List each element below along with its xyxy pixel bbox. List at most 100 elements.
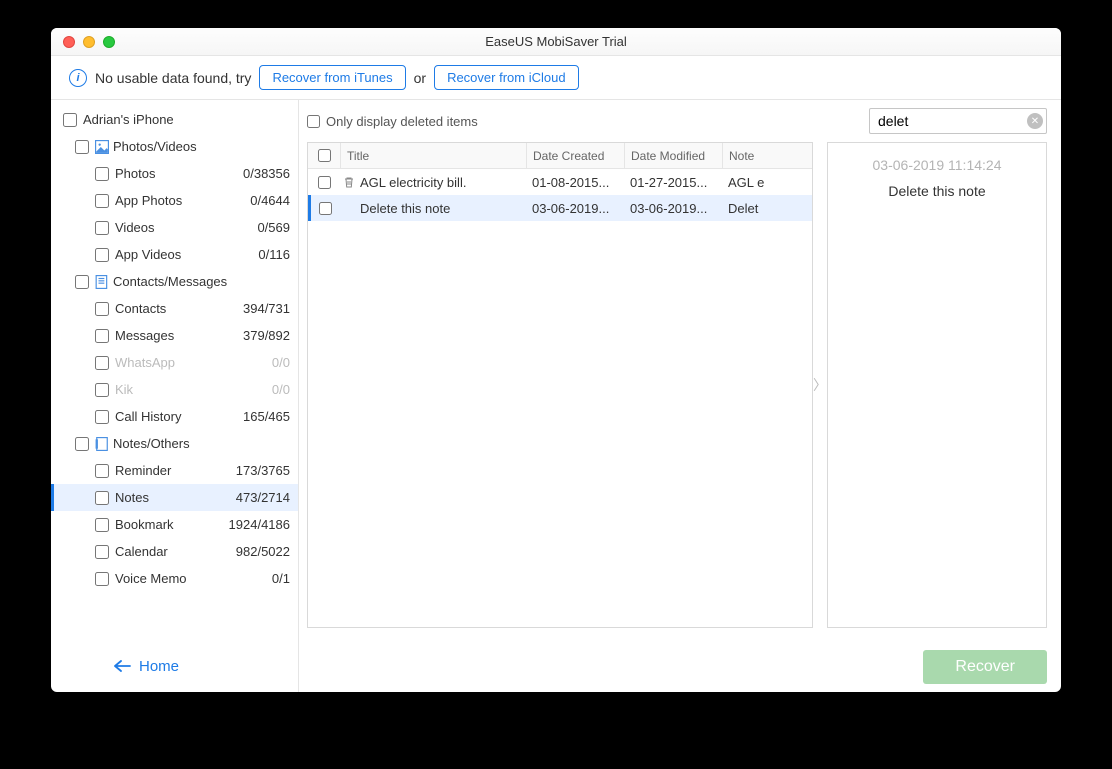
item-count: 0/116 [258,247,290,262]
sidebar-item-videos[interactable]: Videos0/569 [51,214,298,241]
recover-itunes-button[interactable]: Recover from iTunes [259,65,405,90]
device-checkbox[interactable] [63,113,77,127]
preview-body: Delete this note [838,183,1036,199]
preview-pane: 03-06-2019 11:14:24 Delete this note [827,142,1047,628]
sidebar-item-bookmark[interactable]: Bookmark1924/4186 [51,511,298,538]
sidebar-item-whatsapp[interactable]: WhatsApp0/0 [51,349,298,376]
toolbar: i No usable data found, try Recover from… [51,56,1061,100]
item-checkbox[interactable] [95,491,109,505]
item-label: Voice Memo [115,571,272,586]
group-label: Contacts/Messages [113,274,290,289]
item-count: 0/4644 [250,193,290,208]
item-count: 473/2714 [236,490,290,505]
sidebar-item-photos[interactable]: Photos0/38356 [51,160,298,187]
arrow-left-icon [113,659,131,673]
recover-icloud-button[interactable]: Recover from iCloud [434,65,579,90]
recover-button[interactable]: Recover [923,650,1047,684]
row-title: Delete this note [358,201,526,216]
only-deleted-label: Only display deleted items [326,114,478,129]
titlebar: EaseUS MobiSaver Trial [51,28,1061,56]
toolbar-or: or [414,70,426,86]
item-count: 173/3765 [236,463,290,478]
item-label: Photos [115,166,243,181]
sidebar-item-notes[interactable]: Notes473/2714 [51,484,298,511]
group-checkbox[interactable] [75,140,89,154]
item-checkbox[interactable] [95,545,109,559]
item-count: 0/569 [257,220,290,235]
group-contacts-messages[interactable]: Contacts/Messages [51,268,298,295]
sidebar-item-kik[interactable]: Kik0/0 [51,376,298,403]
list-row[interactable]: AGL electricity bill. 01-08-2015... 01-2… [308,169,812,195]
row-created: 01-08-2015... [526,175,624,190]
item-checkbox[interactable] [95,356,109,370]
only-deleted-checkbox[interactable] [307,115,320,128]
list-row[interactable]: Delete this note 03-06-2019... 03-06-201… [308,195,812,221]
sidebar-item-messages[interactable]: Messages379/892 [51,322,298,349]
col-note[interactable]: Note [722,143,812,168]
row-title: AGL electricity bill. [358,175,526,190]
item-label: Bookmark [115,517,229,532]
searchbox: ✕ [869,108,1047,134]
group-checkbox[interactable] [75,275,89,289]
info-icon: i [69,69,87,87]
row-created: 03-06-2019... [526,201,624,216]
preview-timestamp: 03-06-2019 11:14:24 [838,157,1036,173]
item-checkbox[interactable] [95,221,109,235]
col-date-modified[interactable]: Date Modified [624,143,722,168]
item-count: 394/731 [243,301,290,316]
item-count: 165/465 [243,409,290,424]
item-checkbox[interactable] [95,167,109,181]
group-photos-videos[interactable]: Photos/Videos [51,133,298,160]
item-label: App Videos [115,247,258,262]
item-checkbox[interactable] [95,329,109,343]
item-checkbox[interactable] [95,464,109,478]
sidebar: Adrian's iPhone Photos/Videos Photos0/38… [51,100,299,692]
home-button[interactable]: Home [51,640,298,692]
chevron-right-icon: 〉 [816,375,824,395]
col-title[interactable]: Title [340,143,526,168]
sidebar-item-contacts[interactable]: Contacts394/731 [51,295,298,322]
device-row[interactable]: Adrian's iPhone [51,106,298,133]
header-checkbox-cell [308,149,340,162]
item-label: Reminder [115,463,236,478]
content-area: Only display deleted items ✕ Title Date … [299,100,1061,692]
item-checkbox[interactable] [95,518,109,532]
sidebar-item-call-history[interactable]: Call History165/465 [51,403,298,430]
item-checkbox[interactable] [95,383,109,397]
item-checkbox[interactable] [95,572,109,586]
sidebar-item-reminder[interactable]: Reminder173/3765 [51,457,298,484]
row-checkbox[interactable] [318,176,331,189]
item-count: 0/38356 [243,166,290,181]
col-date-created[interactable]: Date Created [526,143,624,168]
sidebar-item-voice-memo[interactable]: Voice Memo0/1 [51,565,298,592]
row-checkbox[interactable] [319,202,332,215]
item-label: Messages [115,328,243,343]
app-window: EaseUS MobiSaver Trial i No usable data … [51,28,1061,692]
row-modified: 03-06-2019... [624,201,722,216]
item-label: Calendar [115,544,236,559]
item-count: 379/892 [243,328,290,343]
home-label: Home [139,658,179,675]
search-input[interactable] [869,108,1047,134]
item-checkbox[interactable] [95,248,109,262]
item-label: App Photos [115,193,250,208]
splitter[interactable]: 〉 [813,142,827,628]
footer: Recover [299,642,1061,692]
group-checkbox[interactable] [75,437,89,451]
item-checkbox[interactable] [95,194,109,208]
item-label: Notes [115,490,236,505]
item-count: 0/0 [272,382,290,397]
item-label: Kik [115,382,272,397]
select-all-checkbox[interactable] [318,149,331,162]
item-checkbox[interactable] [95,410,109,424]
body: Adrian's iPhone Photos/Videos Photos0/38… [51,100,1061,692]
group-notes-others[interactable]: Notes/Others [51,430,298,457]
sidebar-item-calendar[interactable]: Calendar982/5022 [51,538,298,565]
item-checkbox[interactable] [95,302,109,316]
clear-search-icon[interactable]: ✕ [1027,113,1043,129]
item-count: 0/0 [272,355,290,370]
item-label: Contacts [115,301,243,316]
only-deleted-toggle[interactable]: Only display deleted items [307,114,478,129]
sidebar-item-app-photos[interactable]: App Photos0/4644 [51,187,298,214]
sidebar-item-app-videos[interactable]: App Videos0/116 [51,241,298,268]
